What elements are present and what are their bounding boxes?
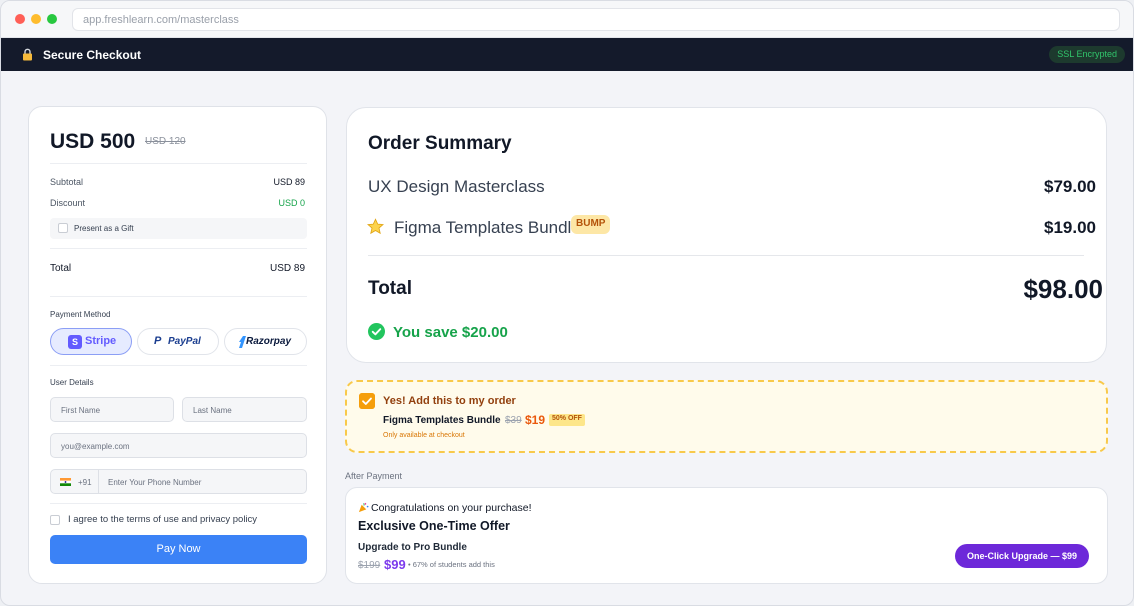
minimize-window-button[interactable] — [31, 14, 41, 24]
check-circle-icon — [368, 323, 385, 340]
user-details-label: User Details — [50, 378, 94, 387]
browser-window: app.freshlearn.com/masterclass Secure Ch… — [0, 0, 1134, 606]
original-price: USD 120 — [145, 136, 186, 147]
summary-total-label: Total — [368, 278, 412, 299]
divider — [50, 296, 307, 297]
address-bar[interactable]: app.freshlearn.com/masterclass — [72, 8, 1120, 31]
upsell-old-price: $199 — [358, 560, 381, 571]
pay-now-button[interactable]: Pay Now — [50, 535, 307, 564]
terms-label: I agree to the terms of use and privacy … — [68, 514, 258, 525]
savings-text: You save $20.00 — [393, 324, 508, 341]
terms-checkbox[interactable] — [50, 515, 60, 525]
browser-chrome: app.freshlearn.com/masterclass — [1, 1, 1133, 38]
line-item-price: $79.00 — [1044, 177, 1096, 196]
ssl-badge: SSL Encrypted — [1049, 46, 1125, 63]
total-value: USD 89 — [269, 263, 305, 274]
discount-value: USD 0 — [278, 198, 305, 208]
subtotal-value: USD 89 — [273, 177, 305, 187]
summary-total-value: $98.00 — [1023, 274, 1103, 304]
upsell-note: • 67% of students add this — [408, 560, 495, 569]
app-header: Secure Checkout SSL Encrypted — [1, 38, 1133, 71]
first-name-input[interactable]: First Name — [50, 397, 174, 422]
phone-input[interactable]: Enter Your Phone Number — [108, 478, 201, 487]
bump-old-price: $39 — [505, 415, 522, 426]
gift-label: Present as a Gift — [74, 224, 134, 233]
divider — [50, 503, 307, 504]
email-input[interactable]: you@example.com — [50, 433, 307, 458]
last-name-input[interactable]: Last Name — [182, 397, 307, 422]
discount-badge: 50% OFF — [549, 414, 585, 426]
order-summary-card: Order Summary UX Design Masterclass $79.… — [346, 107, 1107, 363]
razorpay-label: Razorpay — [246, 336, 292, 347]
upsell-new-price: $99 — [384, 557, 406, 572]
order-summary-title: Order Summary — [368, 133, 512, 154]
party-popper-icon — [358, 502, 369, 513]
maximize-window-button[interactable] — [47, 14, 57, 24]
bump-badge: BUMP — [571, 215, 611, 234]
offer-title: Exclusive One-Time Offer — [358, 519, 510, 533]
paypal-label: PayPal — [168, 336, 201, 347]
upgrade-title: Upgrade to Pro Bundle — [358, 542, 467, 553]
lock-icon — [23, 48, 32, 61]
one-click-upgrade-button[interactable]: One-Click Upgrade — $99 — [955, 544, 1089, 568]
bump-headline: Yes! Add this to my order — [383, 395, 516, 407]
gift-checkbox[interactable] — [58, 223, 68, 233]
payment-option-paypal[interactable]: P PayPal — [137, 328, 219, 355]
after-payment-label: After Payment — [345, 471, 403, 481]
checkout-card: USD 500 USD 120 Subtotal USD 89 Discount… — [28, 106, 327, 584]
divider — [368, 255, 1084, 256]
line-item-price: $19.00 — [1044, 218, 1096, 237]
country-code[interactable]: +91 — [78, 478, 92, 487]
discount-label: Discount — [50, 198, 86, 208]
divider — [50, 365, 307, 366]
payment-option-stripe[interactable]: S Stripe — [50, 328, 132, 355]
subtotal-label: Subtotal — [50, 177, 84, 187]
upsell-card: Congratulations on your purchase! Exclus… — [345, 487, 1108, 584]
order-bump[interactable]: Yes! Add this to my order Figma Template… — [345, 380, 1108, 453]
congrats-text: Congratulations on your purchase! — [371, 502, 532, 514]
close-window-button[interactable] — [15, 14, 25, 24]
gift-option[interactable]: Present as a Gift — [50, 218, 307, 239]
bump-new-price: $19 — [525, 413, 546, 427]
checkbox-checked-icon[interactable] — [359, 393, 375, 409]
payment-option-razorpay[interactable]: Razorpay — [224, 328, 307, 355]
line-item-name: Figma Templates Bundle — [394, 218, 572, 237]
stripe-label: Stripe — [85, 335, 117, 347]
divider — [98, 470, 99, 493]
page-title: Secure Checkout — [43, 48, 142, 62]
paypal-logo-icon: P — [154, 335, 162, 347]
stripe-logo-icon: S — [68, 335, 82, 349]
bump-note: Only available at checkout — [383, 432, 465, 439]
divider — [50, 248, 307, 249]
total-label: Total — [50, 263, 72, 274]
india-flag-icon — [60, 478, 71, 486]
star-icon — [367, 218, 384, 235]
phone-field[interactable]: +91 Enter Your Phone Number — [50, 469, 307, 494]
divider — [50, 163, 307, 164]
course-price: USD 500 — [50, 130, 136, 153]
bump-product-name: Figma Templates Bundle — [383, 415, 501, 426]
line-item-name: UX Design Masterclass — [368, 177, 545, 196]
payment-method-label: Payment Method — [50, 310, 111, 319]
